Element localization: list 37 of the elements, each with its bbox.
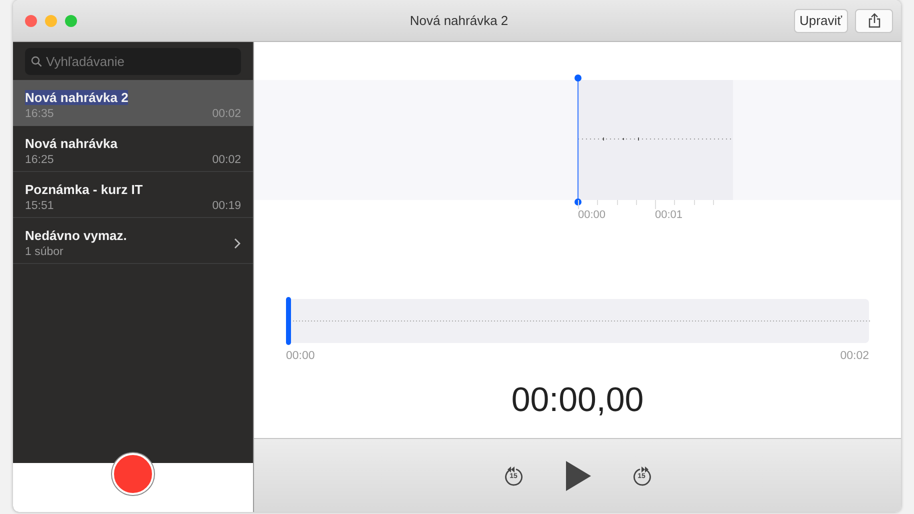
window-title: Nová nahrávka 2 — [408, 13, 510, 28]
recording-time: 16:35 — [25, 108, 54, 120]
start-time: 00:00 — [286, 350, 315, 362]
end-time: 00:02 — [840, 350, 869, 362]
recording-duration: 00:02 — [212, 154, 241, 166]
recording-title: Nová nahrávka 2 — [25, 90, 128, 105]
scrubber-handle[interactable] — [286, 297, 291, 345]
recording-time: 16:25 — [25, 154, 54, 166]
recording-title: Poznámka - kurz IT — [25, 182, 143, 197]
circular-arrow-icon — [502, 464, 524, 486]
folder-count: 1 súbor — [25, 246, 64, 258]
search-field[interactable]: Vyhľadávanie — [25, 48, 241, 75]
recording-title: Nová nahrávka — [25, 136, 118, 151]
recording-item[interactable]: Nová nahrávka 2 16:35 00:02 — [13, 80, 253, 126]
folder-title: Nedávno vymaz. — [25, 228, 127, 243]
zoom-button[interactable] — [65, 14, 77, 26]
search-icon — [31, 56, 42, 67]
close-button[interactable] — [25, 14, 37, 26]
scrubber-track[interactable] — [286, 299, 869, 343]
share-button[interactable] — [855, 8, 893, 32]
recording-time: 15:51 — [25, 200, 54, 212]
circular-arrow-icon — [630, 464, 652, 486]
current-time: 00:00,00 — [510, 381, 645, 420]
edit-button[interactable]: Upraviť — [794, 8, 848, 32]
playhead[interactable] — [574, 74, 582, 206]
time-tick-label: 00:00 — [578, 209, 606, 221]
record-button[interactable] — [112, 453, 154, 495]
play-button[interactable] — [564, 460, 590, 490]
chevron-right-icon — [234, 238, 241, 248]
recording-duration: 00:19 — [212, 200, 241, 212]
share-icon — [868, 13, 880, 28]
recording-duration: 00:02 — [212, 108, 241, 120]
recording-item[interactable]: Poznámka - kurz IT 15:51 00:19 — [13, 172, 253, 218]
recording-item[interactable]: Nová nahrávka 16:25 00:02 — [13, 126, 253, 172]
time-tick-label: 00:01 — [655, 209, 683, 221]
play-icon — [564, 460, 590, 490]
deleted-folder-item[interactable]: Nedávno vymaz. 1 súbor — [13, 218, 253, 264]
